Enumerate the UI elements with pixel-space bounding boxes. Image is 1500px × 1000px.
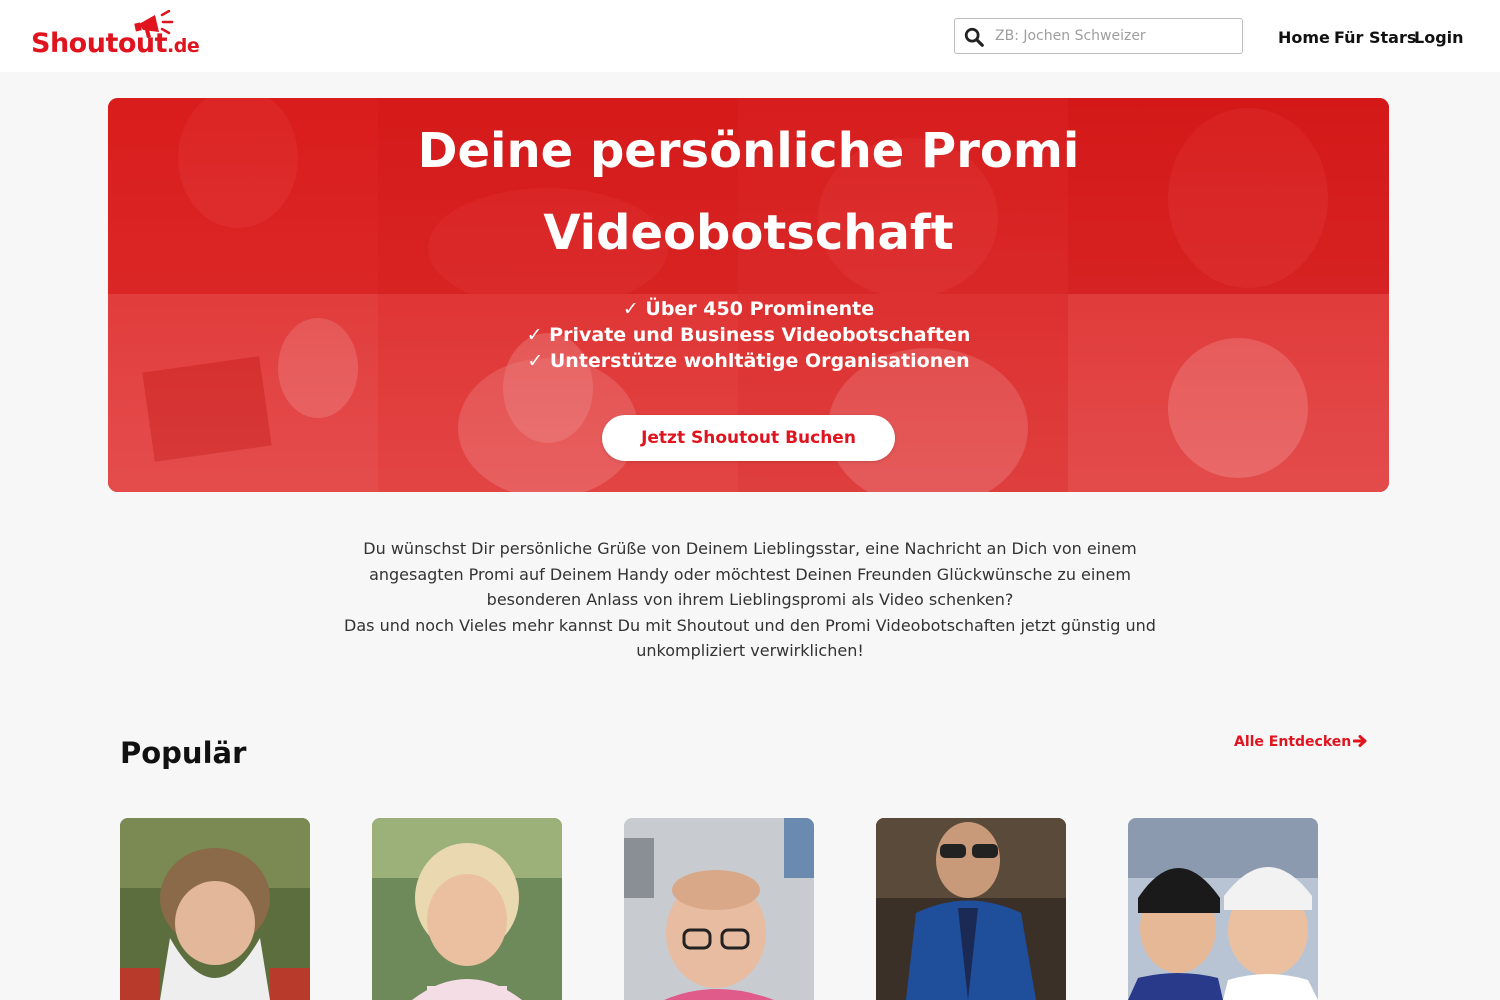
hero-feature-item: ✓ Unterstütze wohltätige Organisationen (527, 350, 970, 372)
celebrity-card[interactable] (876, 818, 1066, 1000)
arrow-right-icon (1353, 735, 1367, 747)
logo-text: Shoutout.de (31, 28, 200, 59)
hero-feature-list: ✓ Über 450 Prominente ✓ Private und Busi… (108, 296, 1389, 374)
celebrity-card[interactable] (120, 818, 310, 1000)
discover-all-label: Alle Entdecken (1234, 734, 1352, 750)
hero-banner: Deine persönliche Promi Videobotschaft ✓… (108, 98, 1389, 492)
celebrity-photo (120, 818, 310, 1000)
celebrity-photo (1128, 818, 1318, 1000)
nav-home[interactable]: Home (1278, 28, 1330, 47)
celebrity-photo (372, 818, 562, 1000)
nav-for-stars[interactable]: Für Stars (1334, 28, 1416, 47)
celebrity-card[interactable] (1128, 818, 1318, 1000)
site-logo[interactable]: Shoutout.de (30, 10, 200, 62)
popular-section-title: Populär (120, 736, 247, 770)
intro-paragraph-2: Das und noch Vieles mehr kannst Du mit S… (344, 615, 1156, 661)
nav-login[interactable]: Login (1414, 28, 1464, 47)
intro-text: Du wünschst Dir persönliche Grüße von De… (330, 536, 1170, 664)
intro-paragraph-1: Du wünschst Dir persönliche Grüße von De… (363, 539, 1137, 609)
search-icon[interactable] (963, 26, 985, 48)
hero-title-line-2: Videobotschaft (543, 205, 954, 261)
hero-feature-item: ✓ Über 450 Prominente (622, 298, 875, 320)
celebrity-photo (876, 818, 1066, 1000)
search-box (954, 18, 1243, 54)
logo-suffix: .de (167, 35, 200, 57)
celebrity-card[interactable] (372, 818, 562, 1000)
discover-all-link[interactable]: Alle Entdecken (1234, 734, 1367, 750)
hero-title-line-1: Deine persönliche Promi (417, 123, 1080, 179)
search-input[interactable] (995, 23, 1235, 49)
celebrity-photo (624, 818, 814, 1000)
site-header: Shoutout.de Home Für Stars Login (0, 0, 1500, 72)
book-shoutout-button[interactable]: Jetzt Shoutout Buchen (602, 415, 895, 461)
celebrity-card[interactable] (624, 818, 814, 1000)
hero-feature-item: ✓ Private und Business Videobotschaften (526, 324, 971, 346)
